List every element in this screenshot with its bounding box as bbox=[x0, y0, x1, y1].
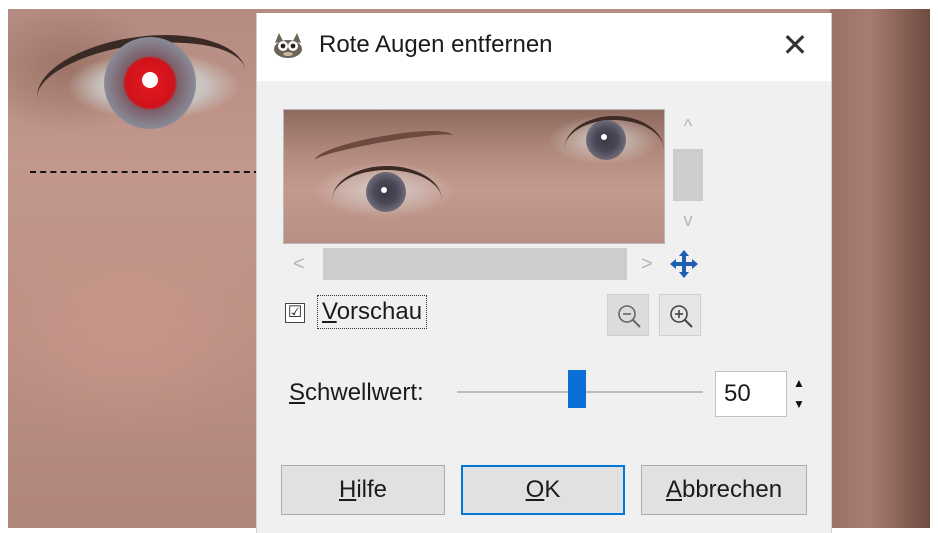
preview-eye-right bbox=[586, 120, 626, 160]
preview-checkbox[interactable]: ☑ bbox=[285, 303, 305, 323]
zoom-out-icon bbox=[618, 305, 641, 328]
move-arrows-icon[interactable] bbox=[667, 247, 701, 281]
close-icon[interactable]: ✕ bbox=[777, 27, 813, 63]
spin-up-icon[interactable]: ▲ bbox=[791, 373, 807, 393]
preview-image[interactable] bbox=[283, 109, 665, 244]
zoom-out-button[interactable] bbox=[607, 294, 649, 336]
eye-glint bbox=[142, 72, 158, 88]
threshold-value-input[interactable]: 50 bbox=[715, 371, 787, 417]
help-button[interactable]: Hilfe bbox=[281, 465, 445, 515]
zoom-in-icon bbox=[670, 305, 693, 328]
horizontal-scroll-thumb[interactable] bbox=[323, 248, 627, 280]
ok-button[interactable]: OK bbox=[461, 465, 625, 515]
scroll-right-icon[interactable]: > bbox=[641, 252, 653, 276]
preview-checkbox-label[interactable]: Vorschau bbox=[317, 295, 428, 329]
preview-vertical-scrollbar[interactable]: ^ v bbox=[669, 109, 707, 242]
preview-eye-left bbox=[366, 172, 406, 212]
preview-horizontal-scrollbar[interactable]: < > bbox=[283, 246, 663, 282]
scroll-left-icon[interactable]: < bbox=[293, 252, 305, 276]
title-bar: Rote Augen entfernen ✕ bbox=[257, 13, 831, 81]
vertical-scroll-thumb[interactable] bbox=[673, 149, 703, 201]
cancel-button[interactable]: Abbrechen bbox=[641, 465, 807, 515]
zoom-in-button[interactable] bbox=[659, 294, 701, 336]
scroll-up-icon[interactable]: ^ bbox=[669, 115, 707, 137]
threshold-label: Schwellwert: bbox=[289, 379, 424, 406]
red-eye-dialog: Rote Augen entfernen ✕ ^ v < > ☑ Vorscha… bbox=[256, 13, 832, 533]
scroll-down-icon[interactable]: v bbox=[669, 209, 707, 231]
gimp-wilber-icon bbox=[274, 33, 302, 58]
photo-edge bbox=[830, 9, 930, 528]
selection-marching-ants bbox=[30, 171, 260, 173]
threshold-slider-thumb[interactable] bbox=[568, 370, 586, 408]
spin-down-icon[interactable]: ▼ bbox=[791, 394, 807, 414]
dialog-title: Rote Augen entfernen bbox=[319, 31, 553, 58]
